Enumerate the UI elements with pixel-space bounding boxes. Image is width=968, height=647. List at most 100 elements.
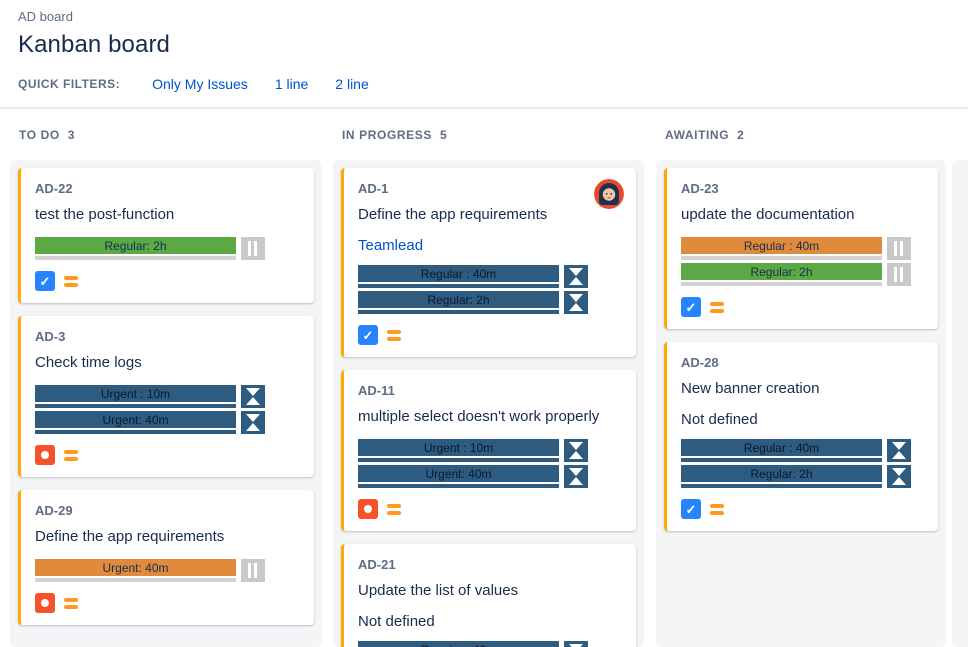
priority-medium-icon: [387, 504, 401, 515]
time-bar: Urgent: 40m: [358, 465, 559, 482]
bug-type-icon: [358, 499, 378, 519]
time-bar-label: Urgent : 10m: [424, 441, 493, 455]
issue-key: AD-3: [35, 329, 302, 344]
issue-title: Define the app requirements: [358, 206, 624, 223]
hourglass-icon[interactable]: [564, 465, 588, 488]
card-ad-22[interactable]: AD-22 test the post-function Regular: 2h: [18, 168, 314, 303]
time-bar-row: Regular : 40m: [681, 439, 926, 462]
time-track: [358, 310, 559, 314]
card-footer: [681, 297, 926, 317]
time-bar-row: Regular : 40m: [358, 265, 624, 288]
breadcrumb[interactable]: AD board: [18, 9, 950, 24]
time-bar-label: Regular: 2h: [427, 293, 489, 307]
time-bar: Regular : 40m: [681, 439, 882, 456]
issue-key: AD-22: [35, 181, 302, 196]
page-title: Kanban board: [18, 31, 950, 59]
bug-type-icon: [35, 593, 55, 613]
time-bar-row: Regular : 40m: [681, 237, 926, 260]
issue-key: AD-1: [358, 181, 624, 196]
card-ad-1[interactable]: AD-1 Define the app requirements Teamlea…: [341, 168, 636, 357]
time-bar-row: Regular: 2h: [681, 465, 926, 488]
time-bar-label: Urgent: 40m: [425, 467, 491, 481]
time-track: [681, 256, 882, 260]
assignee-avatar[interactable]: [594, 179, 624, 209]
time-bar-row: Regular : 40m: [358, 641, 624, 647]
hourglass-icon[interactable]: [887, 439, 911, 462]
time-bar-label: Regular : 40m: [744, 239, 819, 253]
column-count: 2: [737, 128, 744, 142]
time-bar-row: Urgent : 10m: [358, 439, 624, 462]
column-title: IN PROGRESS: [342, 128, 432, 142]
priority-medium-icon: [710, 504, 724, 515]
issue-key: AD-23: [681, 181, 926, 196]
card-footer: [35, 445, 302, 465]
pause-icon[interactable]: [887, 263, 911, 286]
hourglass-icon[interactable]: [564, 291, 588, 314]
time-bar-row: Regular: 2h: [358, 291, 624, 314]
card-ad-3[interactable]: AD-3 Check time logs Urgent : 10m Urgent…: [18, 316, 314, 477]
time-bar-label: Regular : 40m: [421, 267, 496, 281]
time-track: [35, 430, 236, 434]
kanban-board: TO DO 3 AD-22 test the post-function Reg…: [0, 109, 968, 647]
page-header: AD board Kanban board QUICK FILTERS: Onl…: [0, 0, 968, 107]
card-ad-11[interactable]: AD-11 multiple select doesn't work prope…: [341, 370, 636, 531]
issue-key: AD-11: [358, 383, 624, 398]
card-ad-29[interactable]: AD-29 Define the app requirements Urgent…: [18, 490, 314, 625]
pause-icon[interactable]: [887, 237, 911, 260]
time-bar: Urgent : 10m: [35, 385, 236, 402]
column-todo-body: AD-22 test the post-function Regular: 2h…: [10, 160, 322, 647]
filter-only-my-issues[interactable]: Only My Issues: [152, 76, 248, 92]
card-footer: [35, 593, 302, 613]
column-count: 5: [440, 128, 447, 142]
column-todo: TO DO 3 AD-22 test the post-function Reg…: [10, 109, 322, 647]
hourglass-icon[interactable]: [887, 465, 911, 488]
hourglass-icon[interactable]: [241, 411, 265, 434]
card-footer: [358, 499, 624, 519]
card-ad-21[interactable]: AD-21 Update the list of values Not defi…: [341, 544, 636, 647]
hourglass-icon[interactable]: [564, 265, 588, 288]
card-ad-23[interactable]: AD-23 update the documentation Regular :…: [664, 168, 938, 329]
column-awaiting-body: AD-23 update the documentation Regular :…: [656, 160, 946, 647]
pause-icon[interactable]: [241, 237, 265, 260]
issue-title: multiple select doesn't work properly: [358, 408, 624, 425]
time-bar: Urgent : 10m: [358, 439, 559, 456]
column-in-progress: IN PROGRESS 5 AD-1 Define the app requir…: [333, 109, 644, 647]
issue-title: Define the app requirements: [35, 528, 302, 545]
time-bar-label: Regular : 40m: [421, 643, 496, 647]
time-bar-label: Urgent: 40m: [102, 561, 168, 575]
card-ad-28[interactable]: AD-28 New banner creation Not defined Re…: [664, 342, 938, 531]
issue-title: update the documentation: [681, 206, 926, 223]
priority-medium-icon: [710, 302, 724, 313]
time-bar: Regular : 40m: [358, 641, 559, 647]
time-bar-row: Urgent : 10m: [35, 385, 302, 408]
time-bar: Regular: 2h: [358, 291, 559, 308]
time-track: [35, 256, 236, 260]
time-bar-row: Regular: 2h: [681, 263, 926, 286]
column-title: AWAITING: [665, 128, 729, 142]
column-awaiting: AWAITING 2 AD-23 update the documentatio…: [656, 109, 946, 647]
priority-medium-icon: [64, 276, 78, 287]
time-bar-row: Urgent: 40m: [35, 559, 302, 582]
filter-1-line[interactable]: 1 line: [275, 76, 308, 92]
card-footer: [681, 499, 926, 519]
card-footer: [358, 325, 624, 345]
next-column-partial: [952, 160, 968, 647]
teamlead-link[interactable]: Teamlead: [358, 237, 624, 254]
hourglass-icon[interactable]: [241, 385, 265, 408]
time-bar-label: Regular : 40m: [744, 441, 819, 455]
pause-icon[interactable]: [241, 559, 265, 582]
priority-medium-icon: [387, 330, 401, 341]
column-in-progress-header: IN PROGRESS 5: [333, 109, 644, 160]
card-footer: [35, 271, 302, 291]
hourglass-icon[interactable]: [564, 439, 588, 462]
priority-medium-icon: [64, 598, 78, 609]
priority-medium-icon: [64, 450, 78, 461]
issue-key: AD-28: [681, 355, 926, 370]
column-in-progress-body: AD-1 Define the app requirements Teamlea…: [333, 160, 644, 647]
time-bar-label: Regular: 2h: [750, 265, 812, 279]
time-bar-label: Urgent: 40m: [102, 413, 168, 427]
filter-2-line[interactable]: 2 line: [335, 76, 368, 92]
time-bar: Regular : 40m: [681, 237, 882, 254]
time-track: [681, 282, 882, 286]
hourglass-icon[interactable]: [564, 641, 588, 647]
